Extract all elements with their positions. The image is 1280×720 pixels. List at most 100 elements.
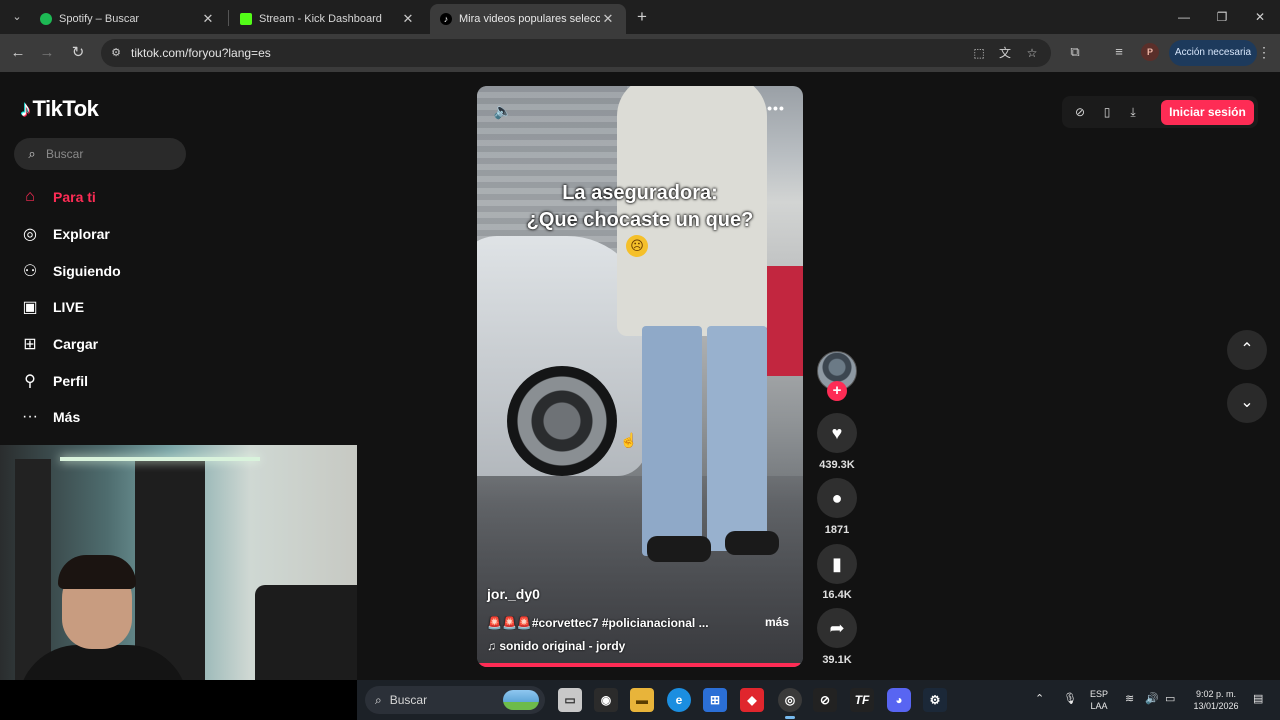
close-tab-icon[interactable]: ✕ bbox=[400, 11, 416, 27]
site-info-icon[interactable]: ⚙ bbox=[109, 46, 123, 60]
nav-label: Para ti bbox=[53, 189, 96, 205]
address-bar[interactable]: ⚙ tiktok.com/foryou?lang=es ⬚ 文 ☆ bbox=[101, 39, 1051, 67]
windows-taskbar: ⌕ Buscar ▭ ◉ ▬ e ⊞ ◆ ◎ ⊘ TF ◕ ⚙ ⌃ 🎙 ESP … bbox=[357, 680, 1280, 720]
nav-item-mas[interactable]: ··· Más bbox=[20, 404, 80, 430]
tab-title: Spotify – Buscar bbox=[59, 13, 140, 25]
browser-menu-icon[interactable]: ⋮ bbox=[1256, 43, 1272, 61]
close-tab-icon[interactable]: ✕ bbox=[600, 11, 616, 27]
language-indicator[interactable]: ESP LAA bbox=[1087, 688, 1111, 712]
speaker-icon[interactable]: 🔊 bbox=[1145, 692, 1159, 705]
store-icon[interactable]: ⊞ bbox=[703, 688, 727, 712]
edge-icon[interactable]: e bbox=[667, 688, 691, 712]
share-button[interactable]: ➦ bbox=[817, 608, 857, 648]
task-view-icon[interactable]: ▭ bbox=[558, 688, 582, 712]
share-count: 39.1K bbox=[822, 654, 852, 666]
maximize-icon[interactable]: ❐ bbox=[1211, 6, 1233, 28]
comment-button[interactable]: ● bbox=[817, 478, 857, 518]
nav-item-perfil[interactable]: ⚲ Perfil bbox=[20, 368, 88, 394]
forward-button[interactable]: → bbox=[36, 42, 58, 64]
close-window-icon[interactable]: ✕ bbox=[1249, 6, 1271, 28]
tiktok-logo[interactable]: ♪ TikTok bbox=[20, 96, 99, 122]
following-icon: ⚇ bbox=[22, 263, 38, 280]
microphone-icon[interactable]: 🎙 bbox=[1063, 692, 1077, 705]
tab-kick[interactable]: Stream - Kick Dashboard ✕ bbox=[230, 4, 426, 34]
search-highlight-art bbox=[503, 690, 539, 710]
previous-video-button[interactable]: ⌃ bbox=[1227, 330, 1267, 370]
video-more-options-icon[interactable]: ••• bbox=[765, 100, 787, 120]
obs-icon[interactable]: ◉ bbox=[594, 688, 618, 712]
steam-icon[interactable]: ⚙ bbox=[923, 688, 947, 712]
login-button[interactable]: Iniciar sesión bbox=[1161, 100, 1254, 125]
url-text: tiktok.com/foryou?lang=es bbox=[131, 46, 271, 60]
save-button[interactable]: ▮ bbox=[817, 544, 857, 584]
download-icon[interactable]: ⤓ bbox=[1125, 104, 1141, 120]
tab-search-icon[interactable]: ⌄ bbox=[6, 7, 28, 27]
chair bbox=[255, 585, 357, 680]
search-input[interactable]: ⌕ Buscar bbox=[14, 138, 186, 170]
chrome-icon[interactable]: ◎ bbox=[778, 688, 802, 712]
red-app-icon[interactable]: ◆ bbox=[740, 688, 764, 712]
clock[interactable]: 9:02 p. m. 13/01/2026 bbox=[1185, 688, 1247, 712]
notifications-icon[interactable]: ▤ bbox=[1253, 692, 1263, 705]
see-more-link[interactable]: más bbox=[765, 615, 789, 629]
tab-title: Stream - Kick Dashboard bbox=[259, 13, 382, 25]
device-icon[interactable]: ▯ bbox=[1099, 104, 1115, 120]
caption-line: ¿Que chocaste un que? bbox=[526, 209, 754, 231]
tab-spotify[interactable]: Spotify – Buscar ✕ bbox=[30, 4, 226, 34]
like-button[interactable]: ♥ bbox=[817, 413, 857, 453]
tab-tiktok[interactable]: ♪ Mira videos populares seleccion ✕ bbox=[430, 4, 626, 34]
like-count: 439.3K bbox=[819, 459, 855, 471]
action-needed-button[interactable]: Acción necesaria bbox=[1169, 40, 1257, 66]
extensions-icon[interactable]: ⧉ bbox=[1066, 43, 1084, 61]
file-explorer-icon[interactable]: ▬ bbox=[630, 688, 654, 712]
close-tab-icon[interactable]: ✕ bbox=[200, 11, 216, 27]
nav-label: Explorar bbox=[53, 226, 110, 242]
search-icon: ⌕ bbox=[28, 146, 36, 161]
led-strip bbox=[60, 457, 260, 461]
logo-text: TikTok bbox=[32, 96, 99, 121]
nav-item-live[interactable]: ▣ LIVE bbox=[20, 294, 84, 320]
next-video-button[interactable]: ⌄ bbox=[1227, 383, 1267, 423]
tray-overflow-icon[interactable]: ⌃ bbox=[1035, 692, 1044, 705]
video-progress-bar[interactable] bbox=[477, 663, 803, 667]
spotify-favicon-icon bbox=[40, 13, 52, 25]
music-note-icon: ♫ bbox=[487, 639, 500, 653]
nav-item-cargar[interactable]: ⊞ Cargar bbox=[20, 331, 98, 357]
battery-icon[interactable]: ▭ bbox=[1165, 692, 1175, 705]
reload-button[interactable]: ↻ bbox=[67, 42, 89, 64]
bookmark-star-icon[interactable]: ☆ bbox=[1024, 45, 1040, 61]
discord-icon[interactable]: ◕ bbox=[887, 688, 911, 712]
acoustic-panel bbox=[15, 459, 51, 680]
compass-icon: ◎ bbox=[23, 226, 37, 243]
media-controls-icon[interactable]: ≡ bbox=[1110, 43, 1128, 61]
follow-plus-icon[interactable]: + bbox=[827, 381, 847, 401]
new-tab-button[interactable]: + bbox=[632, 7, 652, 27]
profile-icon: ⚲ bbox=[24, 373, 36, 390]
video-shoe bbox=[725, 531, 779, 555]
minimize-icon[interactable]: — bbox=[1173, 6, 1195, 28]
wifi-icon[interactable]: ≋ bbox=[1125, 692, 1134, 705]
profile-avatar[interactable]: P bbox=[1141, 43, 1159, 61]
language-layout: LAA bbox=[1090, 701, 1108, 711]
tab-title: Mira videos populares seleccion bbox=[459, 13, 600, 25]
tf-app-icon[interactable]: TF bbox=[850, 688, 874, 712]
video-person-leg bbox=[642, 326, 702, 556]
clock-date: 13/01/2026 bbox=[1193, 701, 1239, 711]
video-music[interactable]: ♫ sonido original - jordy bbox=[487, 639, 625, 653]
active-app-indicator bbox=[785, 716, 795, 719]
volume-icon[interactable]: 🔈 bbox=[493, 102, 513, 122]
nav-item-para-ti[interactable]: ⌂ Para ti bbox=[20, 184, 96, 210]
nav-label: Siguiendo bbox=[53, 263, 121, 279]
coin-icon[interactable]: ⊘ bbox=[1072, 104, 1088, 120]
home-icon: ⌂ bbox=[25, 188, 35, 205]
back-button[interactable]: ← bbox=[7, 42, 29, 64]
translate-icon[interactable]: 文 bbox=[997, 45, 1013, 61]
install-app-icon[interactable]: ⬚ bbox=[971, 45, 987, 61]
video-description: 🚨🚨🚨#corvettec7 #policianacional ... bbox=[487, 616, 709, 630]
nav-item-siguiendo[interactable]: ⚇ Siguiendo bbox=[20, 258, 121, 284]
nav-item-explorar[interactable]: ◎ Explorar bbox=[20, 221, 110, 247]
taskbar-search[interactable]: ⌕ Buscar bbox=[365, 686, 545, 714]
video-username[interactable]: jor._dy0 bbox=[487, 586, 540, 602]
video-player[interactable]: La aseguradora: ¿Que chocaste un que? ☹ … bbox=[477, 86, 803, 667]
app-icon[interactable]: ⊘ bbox=[813, 688, 837, 712]
